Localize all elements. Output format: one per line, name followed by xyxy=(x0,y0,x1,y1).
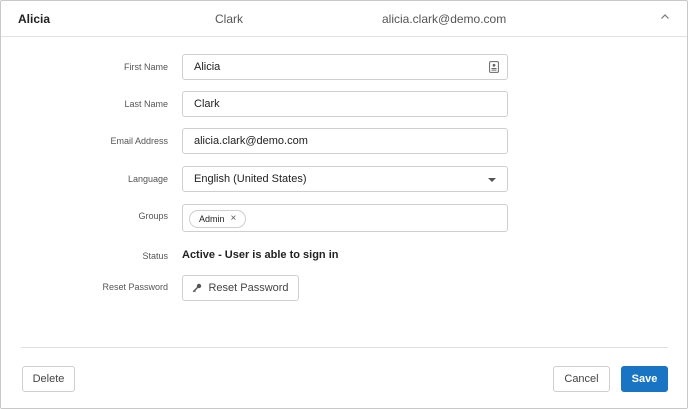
status-label: Status xyxy=(142,251,168,261)
email-value: alicia.clark@demo.com xyxy=(194,135,308,147)
last-name-value: Clark xyxy=(194,98,220,110)
first-name-value: Alicia xyxy=(194,61,221,73)
last-name-field[interactable]: Clark xyxy=(182,91,508,117)
cancel-button[interactable]: Cancel xyxy=(553,366,610,392)
save-button[interactable]: Save xyxy=(621,366,668,392)
groups-label: Groups xyxy=(138,211,168,221)
reset-password-button[interactable]: Reset Password xyxy=(182,275,299,301)
language-select[interactable]: English (United States) xyxy=(182,166,508,192)
reset-password-label: Reset Password xyxy=(102,282,168,292)
language-value: English (United States) xyxy=(194,173,307,185)
reset-password-button-label: Reset Password xyxy=(208,282,289,294)
delete-button[interactable]: Delete xyxy=(22,366,75,392)
user-row-header[interactable]: Alicia Clark alicia.clark@demo.com xyxy=(1,1,687,37)
chevron-up-icon[interactable] xyxy=(657,9,673,25)
close-icon[interactable]: × xyxy=(231,214,237,224)
email-field[interactable]: alicia.clark@demo.com xyxy=(182,128,508,154)
group-chip-admin: Admin × xyxy=(189,210,247,228)
header-email: alicia.clark@demo.com xyxy=(382,12,507,26)
language-label: Language xyxy=(127,174,168,184)
status-value: Active - User is able to sign in xyxy=(182,249,339,261)
last-name-label: Last Name xyxy=(124,99,168,109)
key-icon xyxy=(193,283,202,293)
caret-down-icon xyxy=(488,178,496,182)
first-name-field[interactable]: Alicia xyxy=(182,54,508,80)
groups-input[interactable]: Admin × xyxy=(182,204,508,232)
group-chip-label: Admin xyxy=(199,214,225,224)
header-first-name: Alicia xyxy=(18,12,51,26)
header-last-name: Clark xyxy=(215,12,244,26)
footer-divider xyxy=(21,347,668,348)
email-label: Email Address xyxy=(110,136,168,146)
first-name-label: First Name xyxy=(123,62,168,72)
contact-card-icon[interactable] xyxy=(489,61,499,73)
user-edit-panel: Alicia Clark alicia.clark@demo.com First… xyxy=(0,0,688,409)
